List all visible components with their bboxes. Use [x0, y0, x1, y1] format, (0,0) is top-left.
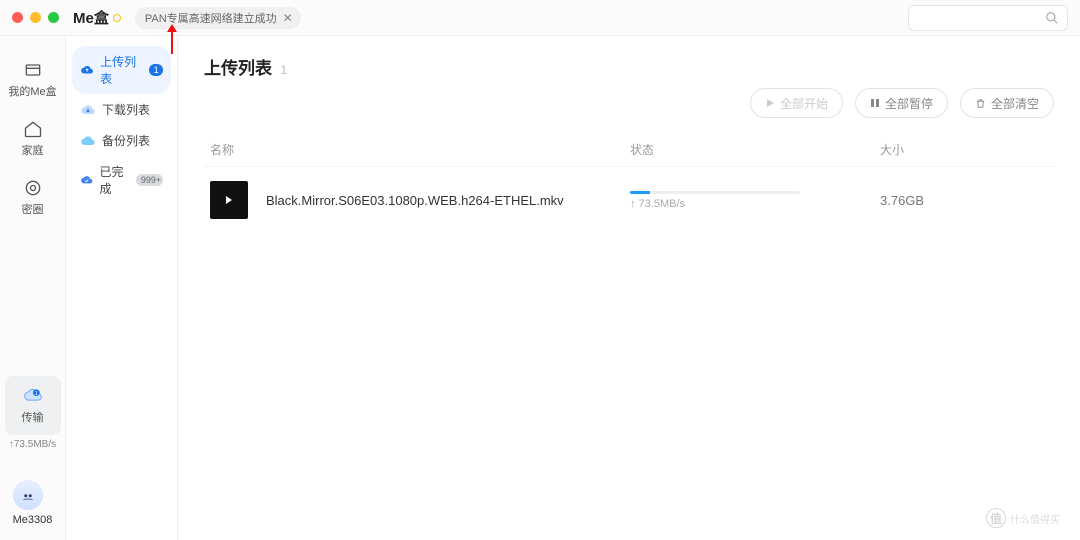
maximize-icon[interactable]: [48, 12, 59, 23]
close-icon[interactable]: ✕: [283, 11, 293, 25]
sidebar-item-download-list[interactable]: 下载列表: [72, 94, 171, 125]
sidebar-item-upload-list[interactable]: 上传列表 1: [72, 46, 171, 94]
search-icon: [1045, 11, 1059, 25]
pause-icon: [870, 98, 880, 108]
cloud-download-icon: [80, 102, 96, 118]
transfer-speed: ↑73.5MB/s: [9, 439, 56, 450]
cloud-backup-icon: [80, 133, 96, 149]
sidebar-item-completed[interactable]: 已完成 999+: [72, 156, 171, 204]
col-name: 名称: [210, 141, 630, 158]
status-dot-icon: [113, 14, 121, 22]
content-pane: 上传列表 1 全部开始 全部暂停 全部清空 名称 状态 大小 Bl: [178, 36, 1080, 540]
table-header: 名称 状态 大小: [204, 141, 1054, 166]
watermark: 值什么值得买: [986, 508, 1060, 528]
table-row[interactable]: Black.Mirror.S06E03.1080p.WEB.h264-ETHEL…: [204, 166, 1054, 233]
avatar-icon: [19, 486, 37, 504]
sidebar-item-label: 下载列表: [102, 101, 150, 118]
home-icon: [23, 119, 43, 139]
sidebar-item-label: 已完成: [100, 163, 130, 197]
tab-network-status[interactable]: PAN专属高速网络建立成功 ✕: [135, 7, 301, 29]
sidebar-item-label: 上传列表: [100, 53, 142, 87]
tab-label: PAN专属高速网络建立成功: [145, 10, 277, 26]
box-icon: [23, 60, 43, 80]
lock-circle-icon: [23, 178, 43, 198]
file-size: 3.76GB: [880, 193, 1048, 208]
video-thumbnail-icon: [210, 181, 248, 219]
nav-family[interactable]: 家庭: [5, 109, 61, 168]
title-bar: Me盒 PAN专属高速网络建立成功 ✕: [0, 0, 1080, 36]
sidebar-item-backup-list[interactable]: 备份列表: [72, 125, 171, 156]
close-icon[interactable]: [12, 12, 23, 23]
page-title: 上传列表: [204, 54, 272, 79]
start-all-button[interactable]: 全部开始: [750, 88, 843, 118]
sidebar-item-label: 备份列表: [102, 132, 150, 149]
progress-bar: [630, 191, 800, 194]
col-status: 状态: [630, 141, 880, 158]
minimize-icon[interactable]: [30, 12, 41, 23]
search-input[interactable]: [908, 5, 1068, 31]
trash-icon: [975, 98, 986, 109]
primary-nav: 我的Me盒 家庭 密圈 1 传输 ↑73.5MB/s Me3308: [0, 36, 66, 540]
user-profile[interactable]: Me3308: [13, 480, 53, 526]
avatar: [13, 480, 43, 510]
play-icon: [765, 98, 775, 108]
app-title: Me盒: [73, 7, 121, 28]
username: Me3308: [13, 514, 53, 526]
pause-all-button[interactable]: 全部暂停: [855, 88, 948, 118]
col-size: 大小: [880, 141, 1048, 158]
item-count: 1: [280, 63, 287, 77]
cloud-upload-icon: [80, 62, 94, 78]
cloud-transfer-icon: 1: [23, 386, 43, 406]
window-controls: [12, 12, 59, 23]
count-badge: 1: [149, 64, 163, 76]
secondary-nav: 上传列表 1 下载列表 备份列表 已完成 999+: [66, 36, 178, 540]
nav-transfer[interactable]: 1 传输: [5, 376, 61, 435]
upload-speed: ↑ 73.5MB/s: [630, 198, 880, 210]
file-name: Black.Mirror.S06E03.1080p.WEB.h264-ETHEL…: [266, 193, 564, 208]
svg-text:1: 1: [34, 391, 37, 397]
count-badge: 999+: [136, 174, 163, 186]
nav-private-circle[interactable]: 密圈: [5, 168, 61, 227]
cloud-done-icon: [80, 172, 94, 188]
nav-my-box[interactable]: 我的Me盒: [5, 50, 61, 109]
clear-all-button[interactable]: 全部清空: [960, 88, 1054, 118]
